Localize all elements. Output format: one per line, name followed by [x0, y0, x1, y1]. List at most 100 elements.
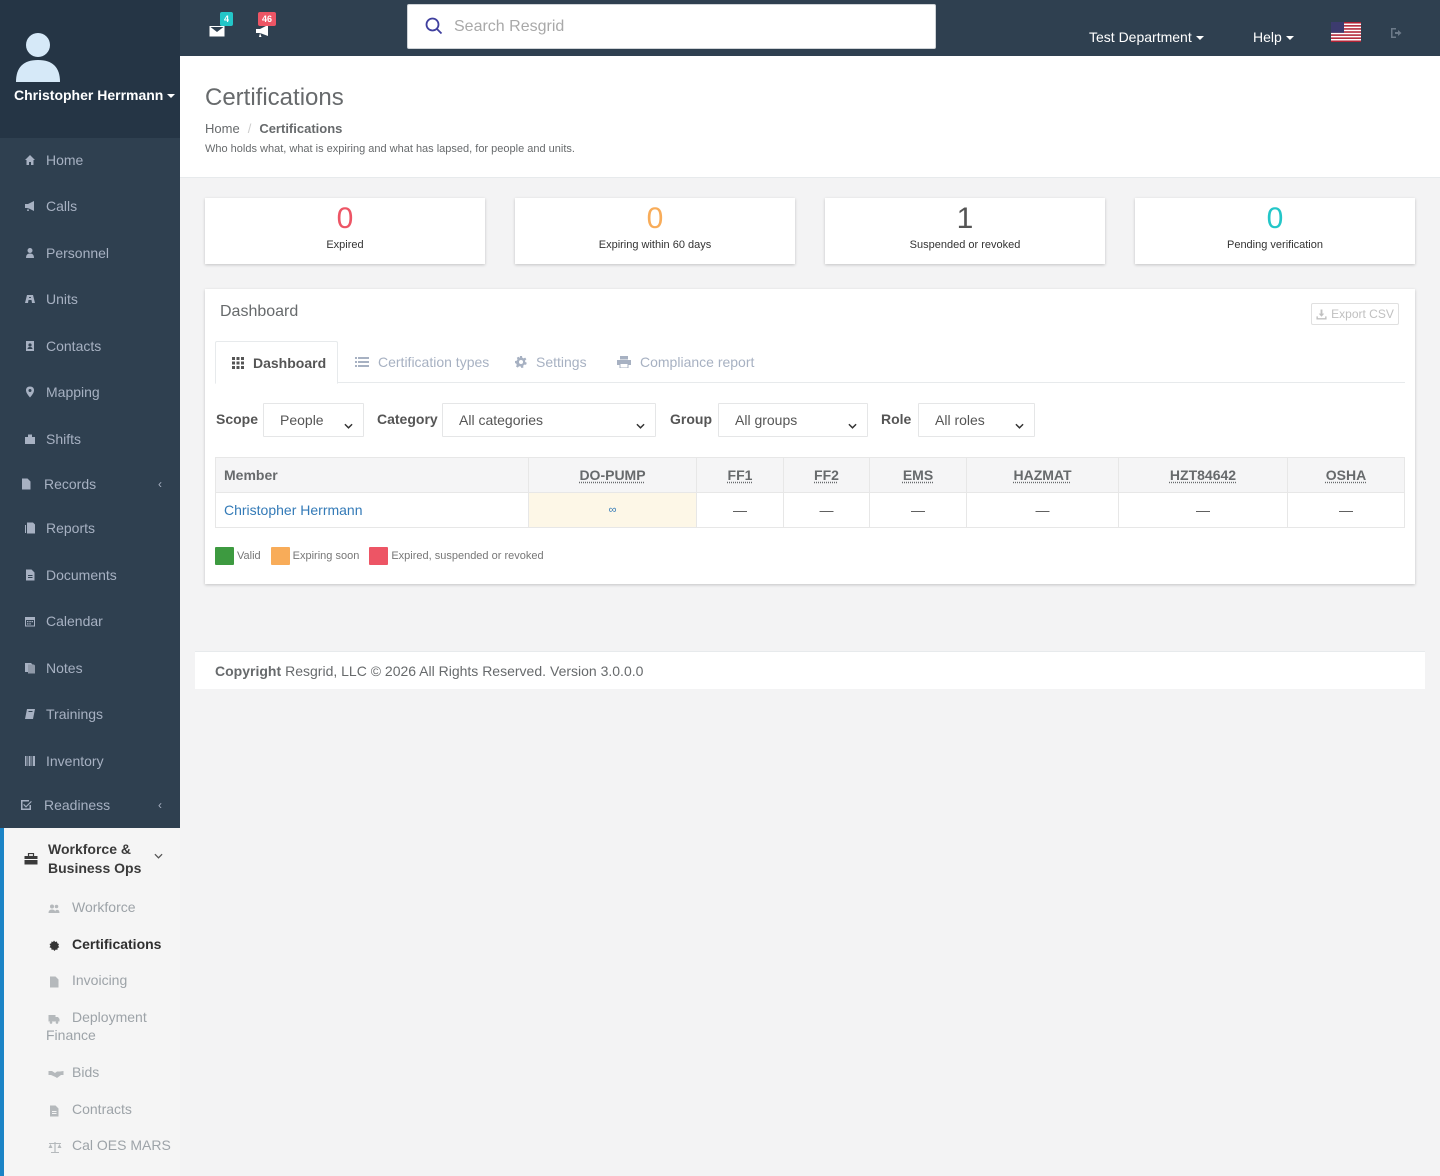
- logout-icon[interactable]: [1390, 27, 1402, 39]
- sidebar-item-calls[interactable]: Calls: [0, 186, 180, 226]
- cert-cell: —: [1118, 492, 1288, 528]
- stat-card-suspended: 1 Suspended or revoked: [825, 198, 1105, 264]
- stat-value: 0: [336, 202, 354, 235]
- department-dropdown[interactable]: Test Department: [1089, 29, 1204, 45]
- cert-cell-expiring[interactable]: ∞: [528, 492, 697, 528]
- sidebar-item-certifications[interactable]: Certifications: [4, 935, 180, 953]
- sidebar-item-workforce-business-ops[interactable]: Workforce & Business Ops: [4, 838, 180, 878]
- top-navbar: 4 46 Test Department Help: [180, 0, 1440, 56]
- stat-value: 0: [1266, 202, 1284, 235]
- address-book-icon: [24, 340, 36, 352]
- sidebar-item-deployment-finance[interactable]: Deployment Finance: [4, 1008, 180, 1044]
- column-header-label: EMS: [902, 467, 934, 483]
- sidebar-item-units[interactable]: Units: [0, 279, 180, 319]
- chevron-down-icon: [344, 416, 353, 429]
- check-square-icon: [20, 799, 32, 811]
- breadcrumb-home[interactable]: Home: [205, 121, 240, 136]
- legend-swatch-green: [215, 547, 234, 565]
- list-icon: [355, 356, 369, 368]
- sidebar-item-home[interactable]: Home: [0, 140, 180, 180]
- group-select-value: All groups: [735, 412, 798, 428]
- search-input[interactable]: [454, 15, 914, 39]
- sidebar-item-invoicing[interactable]: Invoicing: [4, 971, 180, 989]
- tab-bar: Dashboard Certification types Settings C…: [215, 341, 1405, 384]
- legend-swatch-red: [369, 547, 389, 565]
- sidebar-item-workforce[interactable]: Workforce: [4, 898, 180, 916]
- caret-down-icon: [167, 94, 176, 99]
- sidebar-item-bids[interactable]: Bids: [4, 1063, 180, 1081]
- column-header-label: OSHA: [1325, 467, 1367, 483]
- column-header[interactable]: OSHA: [1287, 457, 1405, 493]
- member-link[interactable]: Christopher Herrmann: [215, 492, 529, 528]
- column-header[interactable]: DO-PUMP: [528, 457, 697, 493]
- sidebar-item-mapping[interactable]: Mapping: [0, 372, 180, 412]
- sidebar-item-label: Inventory: [46, 753, 104, 769]
- sidebar-item-documents[interactable]: Documents: [0, 555, 180, 595]
- column-header[interactable]: FF2: [783, 457, 870, 493]
- user-menu[interactable]: Christopher Herrmann: [14, 87, 176, 103]
- role-select-value: All roles: [935, 412, 985, 428]
- chevron-left-icon: ‹: [158, 798, 162, 812]
- sidebar-item-label: Contacts: [46, 338, 102, 354]
- group-label-line1: Workforce &: [48, 841, 131, 857]
- avatar[interactable]: [16, 30, 60, 82]
- sidebar-item-label: Cal OES MARS: [72, 1137, 171, 1153]
- column-header[interactable]: HZT84642: [1118, 457, 1288, 493]
- barcode-icon: [24, 755, 36, 767]
- certification-matrix-table: Member DO-PUMP FF1 FF2 EMS HAZMAT HZT846…: [215, 457, 1405, 528]
- shifts-icon: [24, 433, 36, 445]
- chevron-left-icon: ‹: [158, 477, 162, 491]
- chevron-down-icon: [636, 416, 645, 429]
- briefcase-icon: [24, 852, 38, 865]
- stat-value: 1: [956, 202, 974, 235]
- calls-button[interactable]: [255, 24, 271, 38]
- profile-area: Christopher Herrmann: [0, 0, 180, 138]
- sidebar-item-inventory[interactable]: Inventory: [0, 741, 180, 781]
- category-select[interactable]: All categories: [442, 403, 656, 437]
- column-header[interactable]: EMS: [869, 457, 967, 493]
- sidebar-item-contracts[interactable]: Contracts: [4, 1100, 180, 1118]
- page-subtitle: Who holds what, what is expiring and wha…: [205, 143, 575, 155]
- contract-icon: [48, 1103, 60, 1117]
- legend-item-expiring: Expiring soon: [270, 547, 359, 565]
- stat-label: Expired: [326, 239, 364, 251]
- tab-dashboard[interactable]: Dashboard: [215, 341, 338, 384]
- breadcrumb: Home / Certifications: [205, 121, 342, 136]
- scope-select-value: People: [280, 412, 324, 428]
- sidebar-item-personnel[interactable]: Personnel: [0, 233, 180, 273]
- scope-select[interactable]: People: [263, 403, 364, 437]
- bullhorn-icon: [24, 200, 36, 212]
- export-csv-button[interactable]: Export CSV: [1311, 303, 1399, 325]
- sidebar-item-calendar[interactable]: Calendar: [0, 601, 180, 641]
- sidebar-item-notes[interactable]: Notes: [0, 648, 180, 688]
- sidebar-item-readiness[interactable]: Readiness ‹: [0, 785, 180, 825]
- sidebar-item-contacts[interactable]: Contacts: [0, 326, 180, 366]
- column-header[interactable]: HAZMAT: [966, 457, 1119, 493]
- group-label-line2: Business Ops: [48, 860, 142, 876]
- search-icon: [424, 16, 444, 39]
- sidebar-item-label: Workforce: [72, 899, 136, 915]
- messages-count-badge: 4: [220, 12, 234, 26]
- document-icon: [24, 569, 36, 581]
- sidebar-item-trainings[interactable]: Trainings: [0, 694, 180, 734]
- tab-settings[interactable]: Settings: [515, 341, 587, 383]
- sidebar-item-label: Shifts: [46, 431, 82, 447]
- tab-certification-types[interactable]: Certification types: [355, 341, 489, 383]
- sidebar-item-reports[interactable]: Reports: [0, 508, 180, 548]
- tab-compliance-report[interactable]: Compliance report: [617, 341, 754, 383]
- role-label: Role: [881, 411, 912, 427]
- cert-cell: —: [696, 492, 784, 528]
- us-flag-icon[interactable]: [1331, 22, 1361, 42]
- group-select[interactable]: All groups: [718, 403, 868, 437]
- sidebar-item-shifts[interactable]: Shifts: [0, 419, 180, 459]
- footer-text: Resgrid, LLC © 2026 All Rights Reserved.: [285, 662, 546, 679]
- help-dropdown[interactable]: Help: [1253, 29, 1294, 45]
- sidebar-item-cal-oes-mars[interactable]: Cal OES MARS: [4, 1136, 180, 1154]
- sidebar-item-records[interactable]: Records ‹: [0, 464, 180, 504]
- messages-button[interactable]: [209, 24, 225, 38]
- sidebar-item-label: Records: [44, 476, 97, 492]
- role-select[interactable]: All roles: [918, 403, 1035, 437]
- column-header-label: FF1: [727, 467, 753, 483]
- legend-swatch-orange: [270, 547, 290, 565]
- column-header[interactable]: FF1: [696, 457, 784, 493]
